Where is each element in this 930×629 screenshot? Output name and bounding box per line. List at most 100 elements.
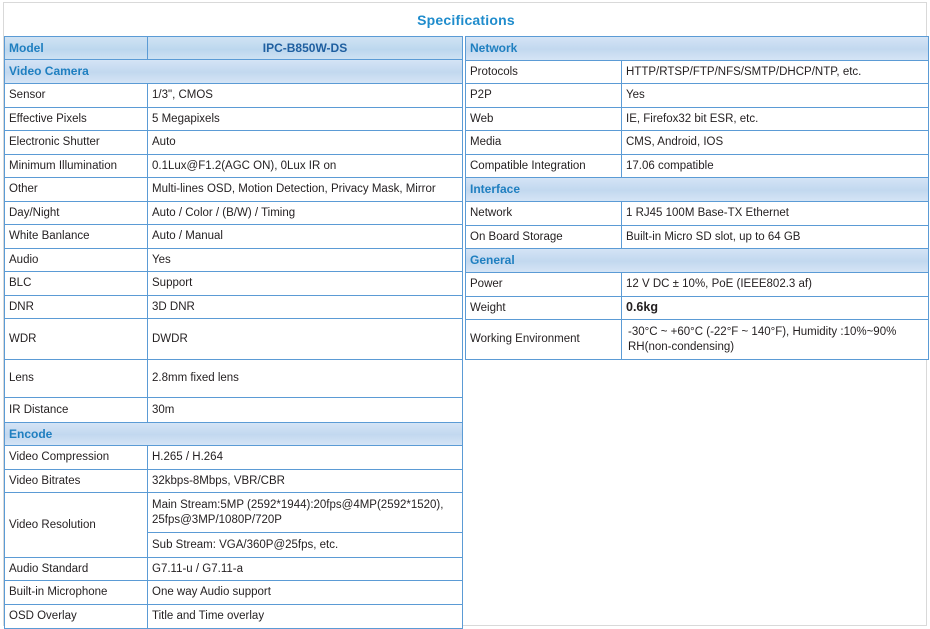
row-value: 1 RJ45 100M Base-TX Ethernet	[621, 201, 929, 226]
row-value: Auto	[147, 130, 463, 155]
row-key: Other	[4, 177, 148, 202]
table-row: Audio Yes	[4, 248, 463, 272]
row-value: HTTP/RTSP/FTP/NFS/SMTP/DHCP/NTP, etc.	[621, 60, 929, 84]
row-value: 2.8mm fixed lens	[147, 359, 463, 398]
table-row: Day/Night Auto / Color / (B/W) / Timing	[4, 201, 463, 225]
right-spec-table: Network Protocols HTTP/RTSP/FTP/NFS/SMTP…	[465, 36, 929, 360]
row-key: BLC	[4, 271, 148, 296]
row-value: 32kbps-8Mbps, VBR/CBR	[147, 469, 463, 493]
section-header-interface: Interface	[465, 177, 929, 202]
row-value: Support	[147, 271, 463, 296]
row-key: Compatible Integration	[465, 154, 622, 178]
table-row: Network 1 RJ45 100M Base-TX Ethernet	[465, 201, 929, 226]
row-key: White Banlance	[4, 224, 148, 249]
outer-frame: Specifications Model IPC-B850W-DS Video …	[3, 2, 929, 629]
row-value: Title and Time overlay	[147, 604, 463, 629]
section-header-row: Encode	[4, 422, 463, 446]
left-spec-table: Model IPC-B850W-DS Video Camera Sensor 1…	[4, 36, 463, 629]
row-key: Minimum Illumination	[4, 154, 148, 178]
section-header-row: Interface	[465, 177, 929, 202]
table-row: Electronic Shutter Auto	[4, 130, 463, 155]
row-value: 17.06 compatible	[621, 154, 929, 178]
table-row: Protocols HTTP/RTSP/FTP/NFS/SMTP/DHCP/NT…	[465, 60, 929, 84]
row-value: G7.11-u / G7.11-a	[147, 557, 463, 581]
row-key: WDR	[4, 318, 148, 360]
row-value: 30m	[147, 397, 463, 423]
section-header-row: Video Camera	[4, 59, 463, 84]
title-band: Specifications	[4, 3, 928, 36]
row-value: IE, Firefox32 bit ESR, etc.	[621, 107, 929, 131]
row-value: 0.1Lux@F1.2(AGC ON), 0Lux IR on	[147, 154, 463, 178]
table-row: White Banlance Auto / Manual	[4, 224, 463, 249]
row-key: Audio Standard	[4, 557, 148, 581]
row-key: P2P	[465, 83, 622, 108]
row-key: Web	[465, 107, 622, 131]
section-header-video-camera: Video Camera	[4, 59, 463, 84]
table-row: Lens 2.8mm fixed lens	[4, 359, 463, 398]
section-header-encode: Encode	[4, 422, 463, 446]
row-key: Protocols	[465, 60, 622, 84]
row-value: 12 V DC ± 10%, PoE (IEEE802.3 af)	[621, 272, 929, 297]
model-label: Model	[4, 36, 148, 60]
table-row: Compatible Integration 17.06 compatible	[465, 154, 929, 178]
row-value: Yes	[621, 83, 929, 108]
row-value: Multi-lines OSD, Motion Detection, Priva…	[147, 177, 463, 202]
row-key: Effective Pixels	[4, 107, 148, 131]
row-value: Main Stream:5MP (2592*1944):20fps@4MP(25…	[147, 492, 463, 533]
row-value-weight: 0.6kg	[621, 296, 929, 320]
row-key: Working Environment	[465, 319, 622, 360]
row-value: DWDR	[147, 318, 463, 360]
row-key: Power	[465, 272, 622, 297]
table-row: Model IPC-B850W-DS	[4, 36, 463, 60]
section-header-row: Network	[465, 36, 929, 61]
table-row: Video Compression H.265 / H.264	[4, 445, 463, 470]
row-key: Video Resolution	[4, 492, 148, 558]
table-row: Effective Pixels 5 Megapixels	[4, 107, 463, 131]
table-row: WDR DWDR	[4, 318, 463, 360]
table-row: P2P Yes	[465, 83, 929, 108]
row-value: Sub Stream: VGA/360P@25fps, etc.	[147, 532, 463, 558]
section-header-general: General	[465, 248, 929, 273]
table-row: Power 12 V DC ± 10%, PoE (IEEE802.3 af)	[465, 272, 929, 297]
table-row: Audio Standard G7.11-u / G7.11-a	[4, 557, 463, 581]
row-key: OSD Overlay	[4, 604, 148, 629]
model-value: IPC-B850W-DS	[147, 36, 463, 60]
table-row: Sensor 1/3", CMOS	[4, 83, 463, 108]
row-value: CMS, Android, IOS	[621, 130, 929, 155]
row-key: Network	[465, 201, 622, 226]
row-key: IR Distance	[4, 397, 148, 423]
row-value: 3D DNR	[147, 295, 463, 319]
row-key: Electronic Shutter	[4, 130, 148, 155]
table-row: OSD Overlay Title and Time overlay	[4, 604, 463, 629]
section-header-network: Network	[465, 36, 929, 61]
row-value: Auto / Manual	[147, 224, 463, 249]
row-key: Video Compression	[4, 445, 148, 470]
row-key: Audio	[4, 248, 148, 272]
row-value: Built-in Micro SD slot, up to 64 GB	[621, 225, 929, 249]
row-value: H.265 / H.264	[147, 445, 463, 470]
row-value: 1/3", CMOS	[147, 83, 463, 108]
page-title: Specifications	[417, 11, 515, 28]
table-row: DNR 3D DNR	[4, 295, 463, 319]
row-key: DNR	[4, 295, 148, 319]
table-row: Other Multi-lines OSD, Motion Detection,…	[4, 177, 463, 202]
section-header-row: General	[465, 248, 929, 273]
specifications-page: Specifications Model IPC-B850W-DS Video …	[0, 0, 930, 629]
table-row: BLC Support	[4, 271, 463, 296]
row-key: Media	[465, 130, 622, 155]
table-row: Video Bitrates 32kbps-8Mbps, VBR/CBR	[4, 469, 463, 493]
table-row: Minimum Illumination 0.1Lux@F1.2(AGC ON)…	[4, 154, 463, 178]
table-row: On Board Storage Built-in Micro SD slot,…	[465, 225, 929, 249]
table-row: Built-in Microphone One way Audio suppor…	[4, 580, 463, 605]
row-key: Video Bitrates	[4, 469, 148, 493]
row-key: Weight	[465, 296, 622, 320]
row-key: Built-in Microphone	[4, 580, 148, 605]
row-value: One way Audio support	[147, 580, 463, 605]
row-key: Lens	[4, 359, 148, 398]
row-value: -30°C ~ +60°C (-22°F ~ 140°F), Humidity …	[621, 319, 929, 360]
table-row: Working Environment -30°C ~ +60°C (-22°F…	[465, 319, 929, 360]
table-row: Media CMS, Android, IOS	[465, 130, 929, 155]
table-row: Weight 0.6kg	[465, 296, 929, 320]
table-row: IR Distance 30m	[4, 397, 463, 423]
table-row: Web IE, Firefox32 bit ESR, etc.	[465, 107, 929, 131]
